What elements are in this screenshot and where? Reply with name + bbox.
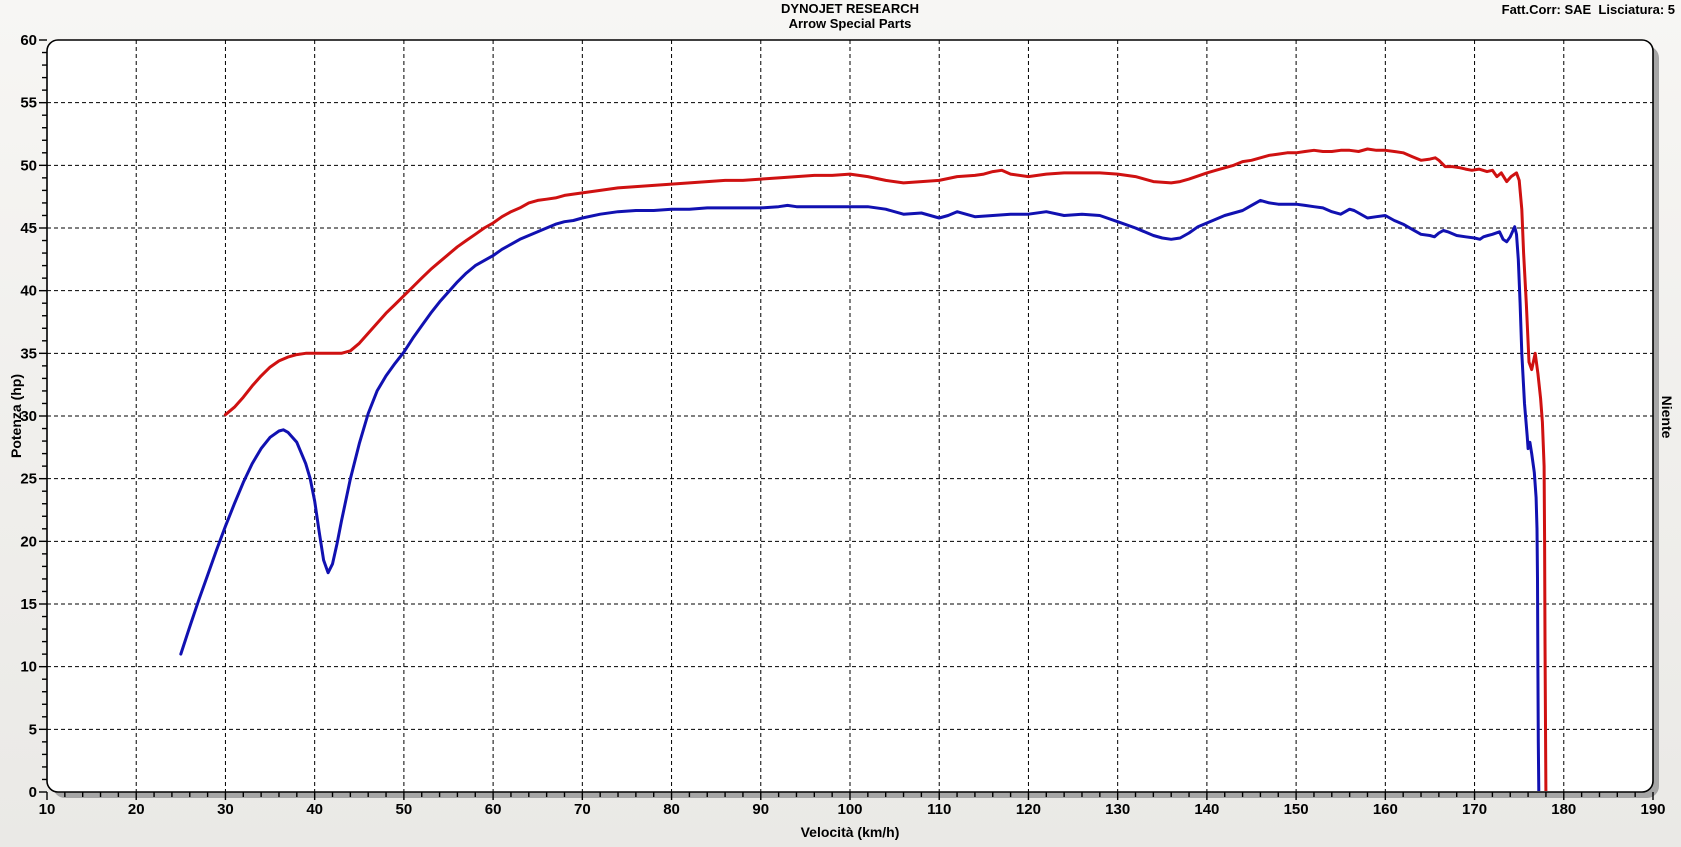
svg-text:10: 10 (39, 801, 56, 818)
x-tick-labels: 10 20 30 40 50 60 70 80 90 100 110 120 130 140 150 160 1… (39, 801, 1666, 818)
svg-text:120: 120 (1016, 801, 1041, 818)
svg-text:60: 60 (20, 32, 37, 49)
svg-text:35: 35 (20, 345, 37, 362)
svg-text:20: 20 (128, 801, 145, 818)
svg-text:50: 50 (396, 801, 413, 818)
y-axis-label: Potenza (hp) (8, 374, 24, 458)
svg-text:140: 140 (1194, 801, 1219, 818)
svg-text:30: 30 (217, 801, 234, 818)
svg-text:180: 180 (1551, 801, 1576, 818)
svg-text:40: 40 (306, 801, 323, 818)
svg-text:15: 15 (20, 596, 37, 613)
svg-text:100: 100 (837, 801, 862, 818)
svg-text:55: 55 (20, 95, 37, 112)
dyno-plot: 1020304050607080901001101201301401501601… (0, 0, 1681, 847)
svg-text:170: 170 (1462, 801, 1487, 818)
svg-text:25: 25 (20, 471, 37, 488)
svg-text:5: 5 (29, 721, 37, 738)
svg-text:60: 60 (485, 801, 502, 818)
x-axis-label: Velocità (km/h) (47, 824, 1653, 840)
svg-text:45: 45 (20, 220, 37, 237)
dyno-chart-page: DYNOJET RESEARCH Arrow Special Parts Fat… (0, 0, 1681, 847)
svg-text:150: 150 (1284, 801, 1309, 818)
svg-text:40: 40 (20, 283, 37, 300)
svg-text:160: 160 (1373, 801, 1398, 818)
svg-text:190: 190 (1640, 801, 1665, 818)
svg-text:70: 70 (574, 801, 591, 818)
svg-text:50: 50 (20, 157, 37, 174)
svg-text:20: 20 (20, 533, 37, 550)
svg-text:0: 0 (29, 784, 37, 801)
svg-text:110: 110 (927, 801, 951, 818)
svg-text:10: 10 (20, 659, 37, 676)
svg-text:80: 80 (663, 801, 680, 818)
svg-text:90: 90 (752, 801, 769, 818)
svg-text:130: 130 (1105, 801, 1130, 818)
right-axis-label: Niente (1659, 396, 1675, 439)
